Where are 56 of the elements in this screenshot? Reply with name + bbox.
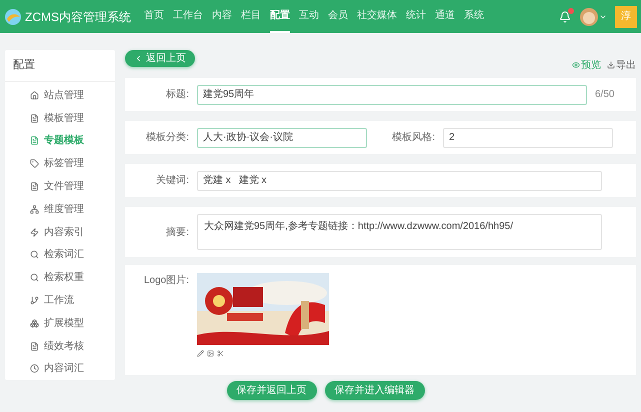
scissors-icon[interactable] — [217, 350, 224, 357]
sidebar-item[interactable]: 内容索引 — [5, 220, 115, 244]
summary-field[interactable]: 大众网建党95周年,参考专题链接：http://www.dzwww.com/2016/hh95/ — [197, 214, 602, 250]
branch-icon — [30, 296, 39, 306]
document-icon — [30, 136, 39, 146]
field-label: 关键词: — [155, 174, 189, 188]
save-button[interactable]: 保存并返回上页 — [226, 381, 316, 400]
title-field[interactable]: 建党95周年 — [197, 84, 587, 104]
sidebar-item[interactable]: 绩效考核 — [5, 334, 115, 358]
search-icon — [30, 273, 39, 282]
field-label: 模板风格: — [391, 130, 435, 145]
logo-icon — [4, 8, 22, 26]
sidebar-item[interactable]: 扩展模型 — [5, 312, 115, 335]
notification-icon[interactable] — [559, 10, 571, 22]
field-label: Logo图片: — [142, 274, 189, 288]
field-label: 标题: — [165, 88, 189, 102]
sidebar-item[interactable]: 检索权重 — [5, 266, 115, 290]
search-icon — [30, 250, 39, 260]
clock-icon — [30, 364, 39, 374]
sidebar-item[interactable]: 专题模板 — [5, 130, 115, 152]
document-icon — [30, 342, 39, 351]
edit-icon[interactable] — [197, 350, 204, 357]
image-icon[interactable] — [207, 350, 214, 357]
cubes-icon — [30, 318, 39, 328]
field-label: 模板分类: — [145, 130, 189, 145]
save-button[interactable]: 保存并进入编辑器 — [324, 381, 424, 400]
sidebar-item[interactable]: 标签管理 — [5, 152, 115, 176]
bolt-icon — [30, 228, 39, 237]
sidebar-item[interactable]: 文件管理 — [5, 175, 115, 198]
home-icon — [30, 90, 39, 100]
chevron-left-icon — [134, 54, 143, 62]
back-button[interactable]: 返回上页 — [125, 50, 195, 66]
category-select[interactable]: 人大·政协·议会·议院 — [197, 128, 367, 148]
document-icon — [30, 114, 39, 123]
app-title: ZCMS内容管理系统 — [25, 8, 131, 26]
sidebar-item[interactable]: 工作流 — [5, 289, 115, 312]
sidebar-item[interactable]: 模板管理 — [5, 106, 115, 130]
export-link[interactable]: 导出 — [607, 58, 636, 72]
tag-icon — [30, 159, 39, 168]
field-label: 摘要: — [165, 226, 189, 240]
sidebar-item[interactable]: 站点管理 — [5, 84, 115, 107]
eye-icon — [572, 61, 580, 69]
sidebar-item[interactable]: 内容词汇 — [5, 358, 115, 380]
sidebar-item[interactable]: 维度管理 — [5, 198, 115, 221]
nav-tab[interactable]: 配置 — [270, 0, 290, 33]
hierarchy-icon — [30, 204, 39, 214]
keywords-field[interactable]: 党建 x 建党 x — [197, 170, 602, 190]
sidebar-title: 配置 — [13, 58, 35, 74]
keyword-tag[interactable]: 建党 x — [238, 173, 267, 188]
keyword-tag[interactable]: 党建 x — [203, 173, 231, 188]
document-icon — [30, 182, 39, 192]
avatar[interactable] — [579, 6, 599, 26]
download-icon — [607, 61, 615, 69]
character-counter: 6/50 — [595, 88, 614, 102]
style-select[interactable]: 2 — [443, 128, 613, 148]
sidebar-item[interactable]: 检索词汇 — [5, 244, 115, 266]
